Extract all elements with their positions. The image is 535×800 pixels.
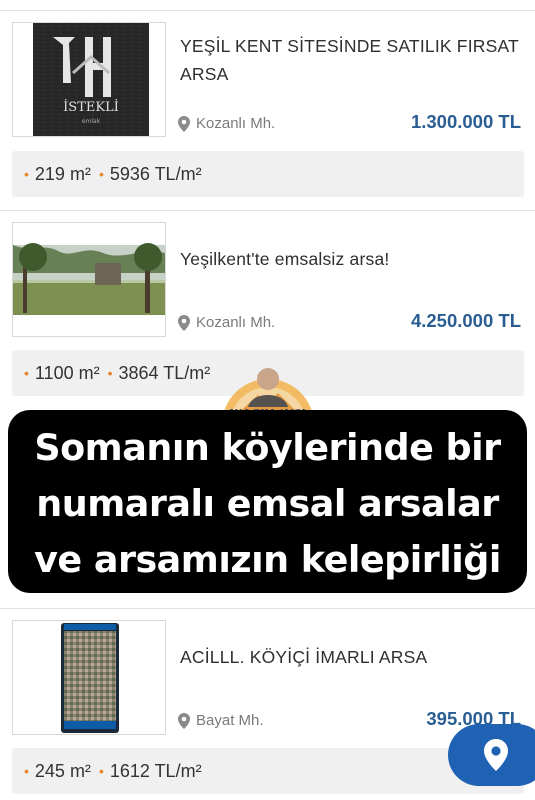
bullet-dot: • <box>98 166 104 182</box>
bullet-dot: • <box>107 365 113 381</box>
map-pin-icon <box>178 314 190 331</box>
bullet-dot: • <box>24 365 29 381</box>
location-label: Kozanlı Mh. <box>196 314 276 331</box>
listing-title[interactable]: YEŞİL KENT SİTESİNDE SATILIK FIRSAT ARSA <box>180 32 520 88</box>
land-photo <box>13 223 165 336</box>
listing-title[interactable]: ACİLLL. KÖYİÇİ İMARLI ARSA <box>180 643 520 671</box>
listing-thumbnail[interactable]: İSTEKLİ emlak <box>12 22 166 137</box>
svg-text:İSTEKLİ: İSTEKLİ <box>63 98 119 115</box>
caption-line: numaralı emsal arsalar <box>36 482 499 525</box>
listing-thumbnail[interactable] <box>12 222 166 337</box>
map-screenshot <box>13 621 165 734</box>
area-value: 245 m² <box>34 760 91 781</box>
listing-title[interactable]: Yeşilkent'te emsalsiz arsa! <box>180 245 520 273</box>
listing-price: 1.300.000 TL <box>410 111 521 132</box>
listing-location: Bayat Mh. <box>178 712 264 729</box>
listing-location: Kozanlı Mh. <box>178 314 275 331</box>
location-label: Bayat Mh. <box>196 712 264 729</box>
caption-banner: Somanın köylerinde bir numaralı emsal ar… <box>8 410 527 593</box>
divider <box>0 608 535 609</box>
unit-price-value: 1612 TL/m² <box>109 760 202 781</box>
location-pin-icon <box>484 739 508 771</box>
unit-price-value: 3864 TL/m² <box>118 362 211 383</box>
map-pin-icon <box>178 712 190 729</box>
caption-line: Somanın köylerinde bir <box>34 426 501 469</box>
bullet-dot: • <box>24 763 29 779</box>
svg-text:emlak: emlak <box>82 118 101 125</box>
caption-line: ve arsamızın kelepirliği <box>34 538 501 581</box>
map-pin-icon <box>178 115 190 132</box>
area-value: 219 m² <box>34 163 91 184</box>
listing-specs: • 219 m² • 5936 TL/m² <box>12 151 524 197</box>
map-view-button[interactable] <box>448 724 535 786</box>
unit-price-value: 5936 TL/m² <box>109 163 202 184</box>
location-label: Kozanlı Mh. <box>196 115 276 132</box>
listing-price: 4.250.000 TL <box>410 310 521 331</box>
divider <box>0 10 535 11</box>
bullet-dot: • <box>24 166 29 182</box>
listing-location: Kozanlı Mh. <box>178 115 275 132</box>
divider <box>0 210 535 211</box>
area-value: 1100 m² <box>34 362 100 383</box>
listing-thumbnail[interactable] <box>12 620 166 735</box>
istekli-logo: İSTEKLİ emlak <box>13 23 165 136</box>
bullet-dot: • <box>98 763 104 779</box>
